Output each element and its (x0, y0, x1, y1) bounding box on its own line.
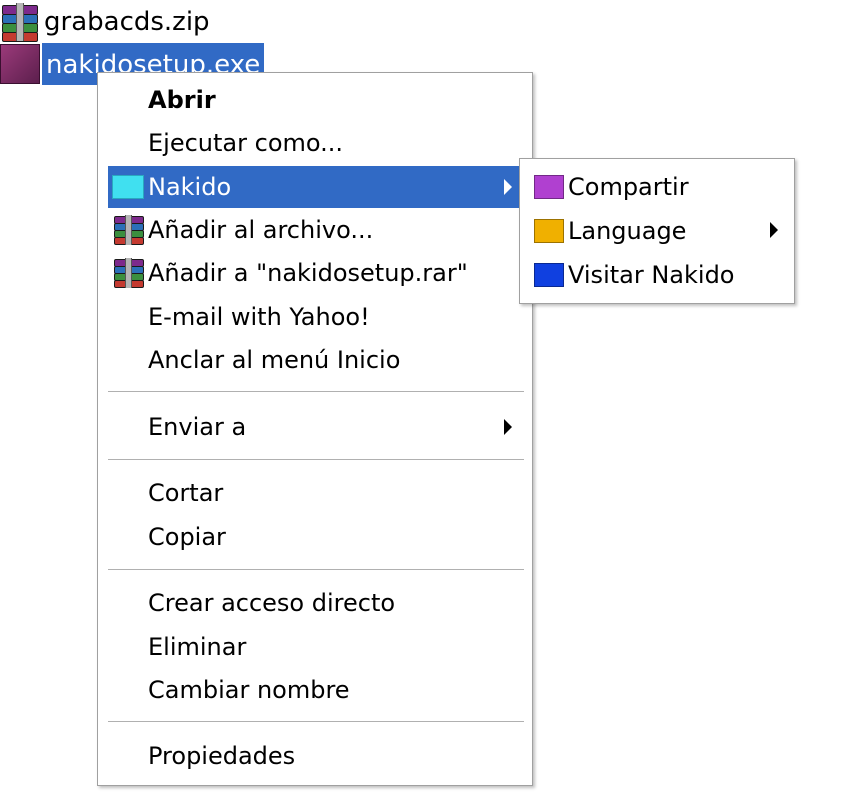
context-menu: Abrir Ejecutar como... Nakido Añadir al … (97, 72, 533, 786)
submenu-item-label: Visitar Nakido (568, 261, 735, 289)
menu-item-label: Copiar (148, 523, 226, 551)
menu-item-label: Eliminar (148, 633, 247, 661)
submenu-arrow-icon (504, 419, 512, 435)
menu-item-eliminar[interactable]: Eliminar (108, 626, 522, 668)
menu-separator (108, 391, 524, 393)
submenu-arrow-icon (770, 222, 778, 238)
desktop: grabacds.zip nakidosetup.exe Abrir Ejecu… (0, 0, 856, 800)
menu-separator (108, 459, 524, 461)
file-name: grabacds.zip (44, 7, 210, 37)
menu-item-propiedades[interactable]: Propiedades (108, 735, 522, 777)
menu-item-crear-acceso-directo[interactable]: Crear acceso directo (108, 582, 522, 624)
menu-item-label: Propiedades (148, 742, 296, 770)
submenu-arrow-icon (504, 179, 512, 195)
winrar-icon (112, 214, 144, 246)
menu-item-label: Abrir (148, 86, 216, 114)
menu-item-enviar-a[interactable]: Enviar a (108, 406, 522, 448)
share-icon (534, 175, 564, 199)
menu-item-label: Anclar al menú Inicio (148, 346, 401, 374)
menu-item-label: Añadir al archivo... (148, 216, 374, 244)
menu-item-label: Ejecutar como... (148, 129, 344, 157)
nakido-submenu: Compartir Language Visitar Nakido (519, 158, 795, 304)
desktop-file-grabacds[interactable]: grabacds.zip (0, 2, 214, 42)
menu-item-label: Cambiar nombre (148, 676, 350, 704)
menu-item-label: Crear acceso directo (148, 589, 396, 617)
submenu-item-label: Language (568, 217, 687, 245)
submenu-item-compartir[interactable]: Compartir (526, 165, 788, 207)
language-icon (534, 219, 564, 243)
menu-separator (108, 721, 524, 723)
menu-item-abrir[interactable]: Abrir (108, 79, 522, 121)
submenu-item-visitar-nakido[interactable]: Visitar Nakido (526, 253, 788, 295)
submenu-item-language[interactable]: Language (526, 209, 788, 251)
menu-item-label: Enviar a (148, 413, 247, 441)
winrar-archive-icon (0, 2, 40, 42)
menu-item-ejecutar-como[interactable]: Ejecutar como... (108, 122, 522, 164)
menu-item-label: Cortar (148, 479, 224, 507)
winrar-icon (112, 257, 144, 289)
menu-item-label: Nakido (148, 173, 232, 201)
menu-item-anadir-al-archivo[interactable]: Añadir al archivo... (108, 209, 522, 251)
menu-item-label: Añadir a "nakidosetup.rar" (148, 259, 468, 287)
menu-item-email-yahoo[interactable]: E-mail with Yahoo! (108, 296, 522, 338)
menu-item-cortar[interactable]: Cortar (108, 472, 522, 514)
menu-item-label: E-mail with Yahoo! (148, 303, 370, 331)
menu-item-anclar-inicio[interactable]: Anclar al menú Inicio (108, 339, 522, 381)
menu-item-copiar[interactable]: Copiar (108, 516, 522, 558)
menu-item-cambiar-nombre[interactable]: Cambiar nombre (108, 669, 522, 711)
nakido-icon (112, 175, 144, 199)
submenu-item-label: Compartir (568, 173, 689, 201)
nakido-setup-icon (0, 44, 40, 84)
menu-item-anadir-a-rar[interactable]: Añadir a "nakidosetup.rar" (108, 252, 522, 294)
website-icon (534, 263, 564, 287)
menu-separator (108, 569, 524, 571)
menu-item-nakido[interactable]: Nakido (108, 166, 522, 208)
